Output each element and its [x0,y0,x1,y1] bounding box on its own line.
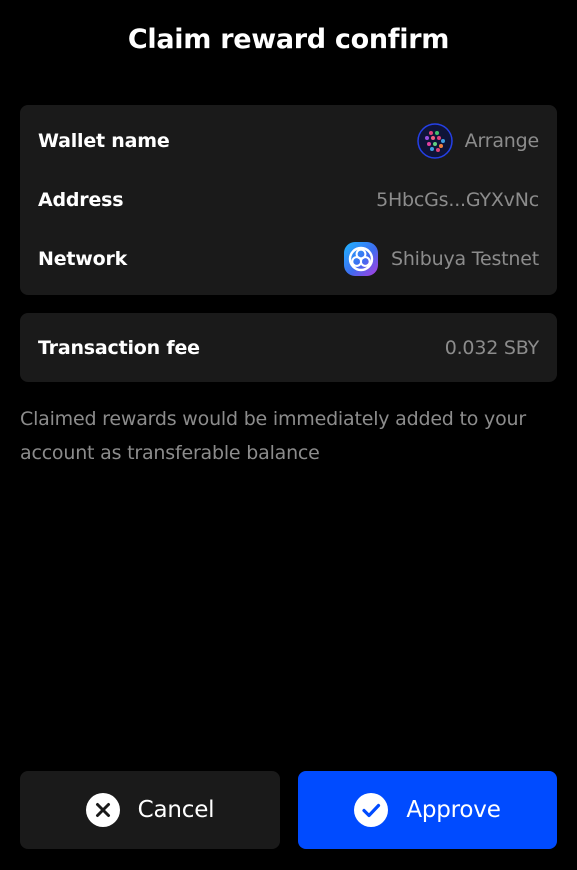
network-value-group: Shibuya Testnet [343,241,539,277]
check-circle-icon [354,793,389,827]
details-card: Wallet name Arrange Address 5HbcGs...GYX… [20,105,557,295]
wallet-name-label: Wallet name [38,130,170,152]
fee-label: Transaction fee [38,337,200,359]
page-title: Claim reward confirm [127,24,450,55]
address-label: Address [38,189,124,211]
approve-button-label: Approve [406,797,501,823]
address-row: Address 5HbcGs...GYXvNc [38,184,539,216]
network-value: Shibuya Testnet [390,248,539,270]
wallet-name-value: Arrange [464,130,540,152]
address-value: 5HbcGs...GYXvNc [376,189,539,211]
cancel-button-label: Cancel [137,797,215,823]
info-note: Claimed rewards would be immediately add… [20,408,526,464]
cancel-button[interactable]: Cancel [20,771,280,849]
fee-card: Transaction fee 0.032 SBY [20,313,557,382]
network-label: Network [38,248,128,270]
fee-value: 0.032 SBY [444,337,539,359]
shibuya-network-icon [343,242,378,276]
network-row: Network Shibuya Testnet [38,241,539,277]
close-circle-icon [85,793,120,827]
approve-button[interactable]: Approve [298,771,557,849]
fee-row: Transaction fee 0.032 SBY [38,332,539,364]
wallet-avatar-icon [416,123,453,159]
wallet-name-row: Wallet name Arrange [38,123,540,159]
wallet-name-value-group: Arrange [416,123,540,159]
